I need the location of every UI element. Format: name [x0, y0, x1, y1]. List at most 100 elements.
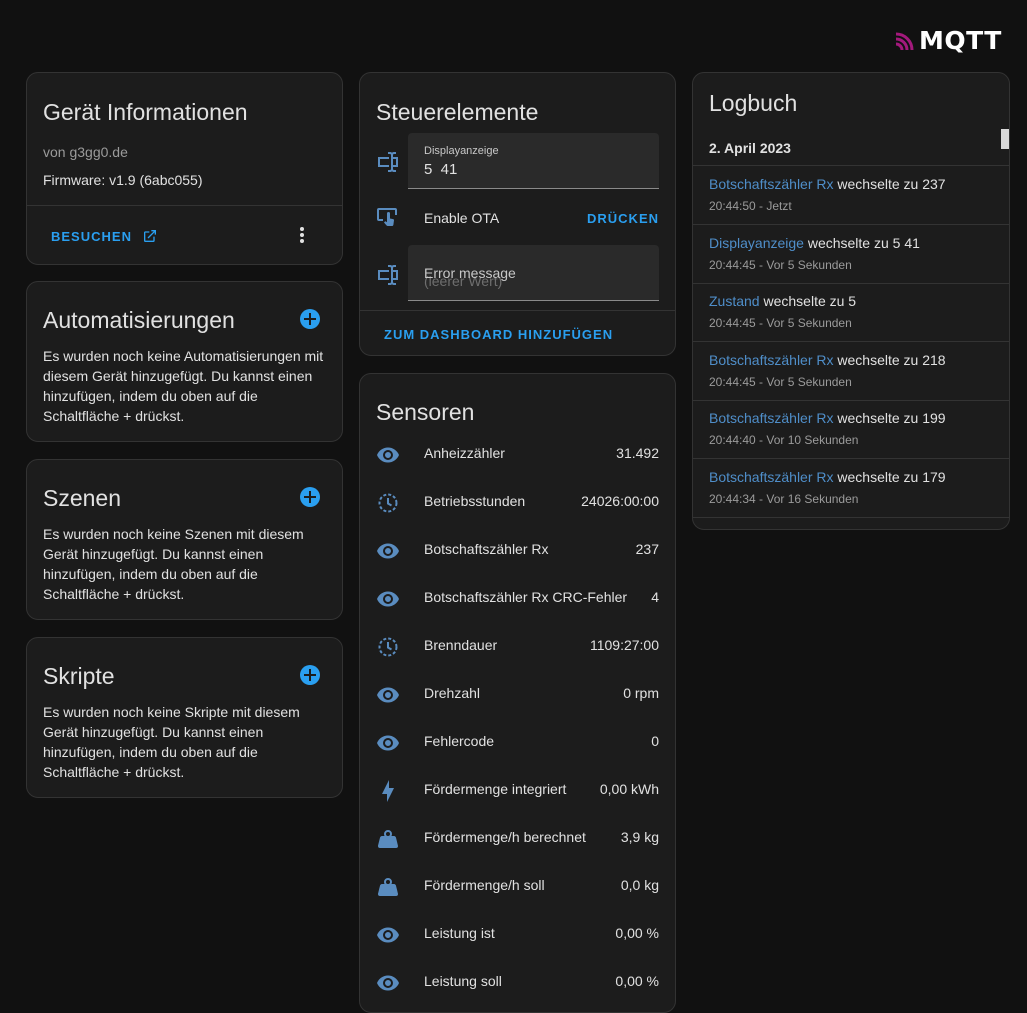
add-script-button[interactable]	[300, 665, 320, 685]
open-external-icon	[143, 230, 156, 242]
sensor-value: 0,0 kg	[620, 877, 659, 893]
eye-icon	[377, 927, 399, 943]
add-scene-button[interactable]	[300, 487, 320, 507]
log-entity-link[interactable]: Botschaftszähler Rx	[709, 410, 834, 426]
display-field[interactable]: Displayanzeige 5 41	[408, 133, 659, 189]
log-entry-text: wechselte zu 5 41	[803, 234, 920, 251]
sensor-row[interactable]: Brenndauer 1109:27:00	[360, 623, 675, 671]
clock-icon	[378, 637, 398, 657]
sensor-value: 3,9 kg	[620, 829, 659, 845]
mqtt-logo-icon	[895, 32, 914, 50]
weight-icon	[378, 878, 398, 896]
eye-icon	[377, 543, 399, 559]
form-textbox-icon	[378, 265, 398, 285]
log-entry-time: 20:44:45 - Vor 5 Sekunden	[709, 257, 852, 272]
sensor-row[interactable]: Fördermenge/h soll 0,0 kg	[360, 863, 675, 911]
sensor-name: Fördermenge/h berechnet	[424, 829, 586, 845]
display-field-value: 5 41	[424, 161, 458, 178]
log-entry-time: 20:44:50 - Jetzt	[709, 199, 792, 213]
card-divider	[360, 310, 675, 311]
firmware-text: Firmware: v1.9 (6abc055)	[43, 172, 203, 188]
mqtt-logo: MQTT	[894, 26, 1002, 55]
sensor-value: 24026:00:00	[581, 493, 659, 509]
sensor-value: 0,00 %	[615, 925, 659, 941]
device-info-card: Gerät Informationen von g3gg0.de Firmwar…	[26, 72, 343, 265]
log-entry-text: wechselte zu 5	[759, 293, 857, 309]
sensor-name: Leistung soll	[424, 973, 502, 989]
visit-button[interactable]: BESUCHEN	[51, 228, 158, 244]
log-entity-link[interactable]: Botschaftszähler Rx	[709, 352, 834, 368]
logbook-card: Logbuch 2. April 2023 Botschaftszähler R…	[692, 72, 1010, 530]
logbook-date: 2. April 2023	[709, 140, 791, 156]
eye-icon	[377, 447, 399, 463]
sensor-row[interactable]: Botschaftszähler Rx 237	[360, 527, 675, 575]
more-menu-button[interactable]	[292, 225, 312, 245]
sensor-row[interactable]: Fördermenge/h berechnet 3,9 kg	[360, 815, 675, 863]
gesture-tap-button-icon	[377, 208, 397, 226]
log-entry-line: Botschaftszähler Rx wechselte zu 218	[709, 352, 946, 368]
sensor-row[interactable]: Drehzahl 0 rpm	[360, 671, 675, 719]
automations-card: Automatisierungen Es wurden noch keine A…	[26, 281, 343, 442]
eye-icon	[377, 687, 399, 703]
sensor-value: 0 rpm	[623, 685, 659, 701]
sensor-row[interactable]: Leistung ist 0,00 %	[360, 911, 675, 959]
scripts-title: Skripte	[43, 663, 115, 689]
sensor-value: 237	[635, 541, 659, 557]
log-entry-line: Botschaftszähler Rx wechselte zu 199	[709, 410, 946, 426]
sensor-name: Botschaftszähler Rx CRC-Fehler	[424, 589, 628, 605]
sensor-name: Anheizzähler	[424, 445, 505, 461]
sensor-row[interactable]: Leistung soll 0,00 %	[360, 959, 675, 1007]
controls-card: Steuerelemente Displayanzeige 5 41 Enabl…	[359, 72, 676, 356]
add-to-dashboard-button[interactable]: ZUM DASHBOARD HINZUFÜGEN	[384, 327, 613, 342]
manufacturer-text: von g3gg0.de	[43, 144, 128, 160]
sensor-name: Betriebsstunden	[424, 493, 526, 509]
sensor-name: Brenndauer	[424, 637, 498, 653]
display-field-label: Displayanzeige	[424, 145, 499, 157]
scenes-title: Szenen	[43, 485, 122, 511]
card-divider	[27, 205, 342, 206]
log-entry: Zustand wechselte zu 5 20:44:45 - Vor 5 S…	[693, 283, 1009, 342]
sensor-row[interactable]: Botschaftszähler Rx CRC-Fehler 4	[360, 575, 675, 623]
eye-icon	[377, 735, 399, 751]
error-message-field[interactable]: (leerer Wert) Error message	[408, 245, 659, 301]
sensor-row[interactable]: Fördermenge integriert 0,00 kWh	[360, 767, 675, 815]
log-entry: Botschaftszähler Rx wechselte zu 179 20:4…	[693, 459, 1009, 518]
sensor-row[interactable]: Anheizzähler 31.492	[360, 431, 675, 479]
log-entity-link[interactable]: Displayanzeige	[709, 235, 804, 251]
log-entry-line: Botschaftszähler Rx wechselte zu 179	[709, 469, 946, 485]
sensors-card: Sensoren Anheizzähler 31.492 Betriebsstund…	[359, 373, 676, 1013]
sensor-name: Leistung ist	[424, 925, 495, 941]
log-entry-time: 20:44:45 - Vor 5 Sekunden	[709, 316, 852, 330]
log-entity-link[interactable]: Botschaftszähler Rx	[709, 469, 834, 485]
error-field-label: Error message	[424, 265, 516, 281]
ota-label: Enable OTA	[424, 210, 500, 226]
weight-icon	[378, 830, 398, 848]
logbook-title: Logbuch	[709, 90, 798, 116]
logo-text: MQTT	[919, 26, 1002, 55]
log-entity-link[interactable]: Zustand	[709, 293, 760, 309]
automations-empty-text: Es wurden noch keine Automatisierungen m…	[43, 348, 324, 424]
sensor-row[interactable]: Betriebsstunden 24026:00:00	[360, 479, 675, 527]
sensors-title: Sensoren	[376, 399, 475, 425]
scenes-card: Szenen Es wurden noch keine Szenen mit d…	[26, 459, 343, 620]
logbook-scrollbar-thumb[interactable]	[1001, 129, 1009, 149]
log-entry-line: Botschaftszähler Rx wechselte zu 237	[709, 176, 946, 192]
clock-icon	[378, 493, 398, 513]
visit-button-label: BESUCHEN	[51, 228, 132, 244]
form-textbox-icon	[378, 152, 398, 172]
sensor-value: 0,00 %	[615, 973, 659, 989]
log-entry: Botschaftszähler Rx wechselte zu 237 20:4…	[693, 166, 1009, 225]
ota-press-button[interactable]: DRÜCKEN	[587, 211, 659, 226]
log-entry-line: Zustand wechselte zu 5	[709, 293, 856, 309]
add-automation-button[interactable]	[300, 309, 320, 329]
sensor-value: 0	[651, 733, 659, 749]
scripts-empty-text: Es wurden noch keine Skripte mit diesem …	[43, 704, 300, 780]
log-entry-time: 20:44:34 - Vor 16 Sekunden	[709, 491, 859, 506]
log-entity-link[interactable]: Botschaftszähler Rx	[709, 176, 834, 192]
log-entry-text: wechselte zu 237	[833, 176, 946, 192]
sensor-name: Fördermenge integriert	[424, 781, 567, 797]
sensor-name: Fördermenge/h soll	[424, 877, 545, 893]
sensor-row[interactable]: Fehlercode 0	[360, 719, 675, 767]
sensor-name: Botschaftszähler Rx	[424, 541, 549, 557]
sensor-value: 0,00 kWh	[599, 781, 659, 797]
